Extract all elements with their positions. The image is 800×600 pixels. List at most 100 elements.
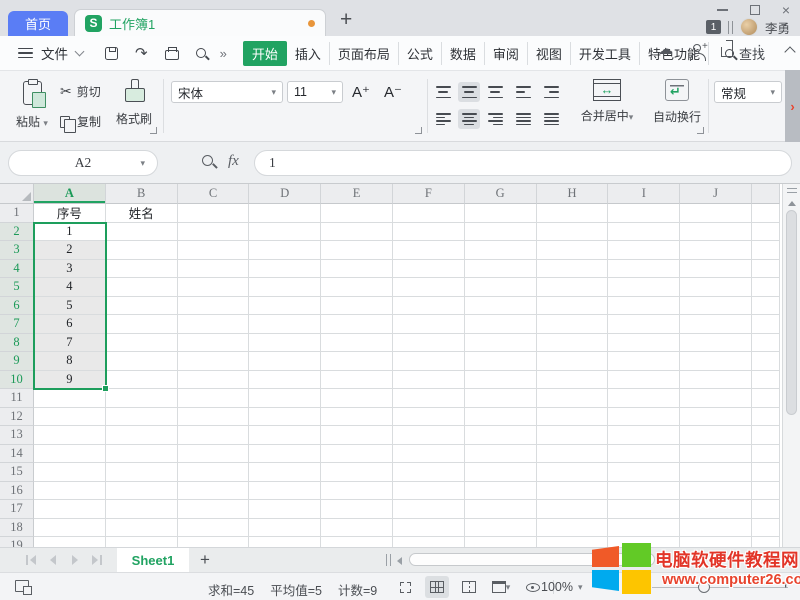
maximize-icon[interactable] — [750, 5, 760, 15]
cell-H7[interactable] — [537, 315, 609, 334]
row-header-11[interactable]: 11 — [0, 389, 34, 408]
align-middle-button[interactable] — [458, 82, 480, 102]
fit-selection-button[interactable] — [393, 576, 417, 598]
row-header-15[interactable]: 15 — [0, 463, 34, 482]
cell-E3[interactable] — [321, 241, 393, 260]
justify-button[interactable] — [512, 109, 534, 129]
cell-A10[interactable]: 9 — [34, 371, 106, 390]
row-header-6[interactable]: 6 — [0, 297, 34, 316]
cell-G6[interactable] — [465, 297, 537, 316]
cell-H2[interactable] — [537, 223, 609, 242]
cell-B3[interactable] — [106, 241, 178, 260]
select-all-corner[interactable] — [0, 184, 34, 204]
align-bottom-button[interactable] — [484, 82, 506, 102]
column-header-A[interactable]: A — [34, 184, 106, 204]
cell-A15[interactable] — [34, 463, 106, 482]
cell-B17[interactable] — [106, 500, 178, 519]
name-box[interactable]: A2 ▾ — [8, 150, 158, 176]
cell[interactable] — [752, 426, 780, 445]
cell-B13[interactable] — [106, 426, 178, 445]
cell[interactable] — [752, 482, 780, 501]
cell-F6[interactable] — [393, 297, 465, 316]
menu-tab-页面布局[interactable]: 页面布局 — [330, 42, 399, 65]
cell-G2[interactable] — [465, 223, 537, 242]
cell[interactable] — [752, 334, 780, 353]
cell[interactable] — [752, 389, 780, 408]
last-sheet-button[interactable] — [92, 555, 102, 565]
cell-J19[interactable] — [680, 537, 752, 547]
cell-J1[interactable] — [680, 204, 752, 223]
user-name[interactable]: 李勇 — [765, 18, 790, 37]
cell-H16[interactable] — [537, 482, 609, 501]
cell-E11[interactable] — [321, 389, 393, 408]
notification-badge[interactable]: 1 — [706, 20, 721, 34]
cell-A12[interactable] — [34, 408, 106, 427]
cell-D7[interactable] — [249, 315, 321, 334]
cell-C2[interactable] — [178, 223, 250, 242]
grow-font-button[interactable]: A⁺ — [352, 83, 370, 101]
cell-D3[interactable] — [249, 241, 321, 260]
cell-F18[interactable] — [393, 519, 465, 538]
cell-E10[interactable] — [321, 371, 393, 390]
cell-H3[interactable] — [537, 241, 609, 260]
cell-F17[interactable] — [393, 500, 465, 519]
cell-G3[interactable] — [465, 241, 537, 260]
cell-B11[interactable] — [106, 389, 178, 408]
cell-A9[interactable]: 8 — [34, 352, 106, 371]
cell-E18[interactable] — [321, 519, 393, 538]
cell-B12[interactable] — [106, 408, 178, 427]
cell-D12[interactable] — [249, 408, 321, 427]
cell-I15[interactable] — [608, 463, 680, 482]
cell-G13[interactable] — [465, 426, 537, 445]
cell-E5[interactable] — [321, 278, 393, 297]
cell[interactable] — [752, 204, 780, 223]
cell[interactable] — [752, 408, 780, 427]
menu-tab-视图[interactable]: 视图 — [528, 42, 571, 65]
formula-input[interactable]: 1 — [254, 150, 792, 176]
cell-B9[interactable] — [106, 352, 178, 371]
cell-I12[interactable] — [608, 408, 680, 427]
row-header-18[interactable]: 18 — [0, 519, 34, 538]
cell-I4[interactable] — [608, 260, 680, 279]
align-right-button[interactable] — [484, 109, 506, 129]
cell-D9[interactable] — [249, 352, 321, 371]
cell-C9[interactable] — [178, 352, 250, 371]
cell-G15[interactable] — [465, 463, 537, 482]
cell-C15[interactable] — [178, 463, 250, 482]
zoom-control[interactable]: 100% ▾ — [541, 580, 583, 594]
cell-F19[interactable] — [393, 537, 465, 547]
cell-D1[interactable] — [249, 204, 321, 223]
cell-I9[interactable] — [608, 352, 680, 371]
zoom-slider[interactable] — [652, 587, 788, 588]
cell-I16[interactable] — [608, 482, 680, 501]
horizontal-scroll-thumb[interactable] — [409, 553, 655, 566]
cell-A13[interactable] — [34, 426, 106, 445]
cell-J16[interactable] — [680, 482, 752, 501]
cell-F10[interactable] — [393, 371, 465, 390]
cell-B2[interactable] — [106, 223, 178, 242]
undo-icon[interactable]: ↷ — [135, 47, 148, 60]
zoom-in-button[interactable]: + — [781, 576, 790, 594]
cell-G5[interactable] — [465, 278, 537, 297]
cell-H19[interactable] — [537, 537, 609, 547]
cell-A11[interactable] — [34, 389, 106, 408]
cell-J2[interactable] — [680, 223, 752, 242]
cell[interactable] — [752, 315, 780, 334]
cell-B10[interactable] — [106, 371, 178, 390]
row-header-19[interactable]: 19 — [0, 537, 34, 547]
cell-D19[interactable] — [249, 537, 321, 547]
row-header-1[interactable]: 1 — [0, 204, 34, 223]
cell-I18[interactable] — [608, 519, 680, 538]
column-header-J[interactable]: J — [680, 184, 752, 204]
menu-tab-开发工具[interactable]: 开发工具 — [571, 42, 640, 65]
format-painter-button[interactable]: 格式刷 — [112, 79, 156, 127]
cell-I6[interactable] — [608, 297, 680, 316]
cell-C4[interactable] — [178, 260, 250, 279]
cell-I10[interactable] — [608, 371, 680, 390]
cell-J18[interactable] — [680, 519, 752, 538]
cell-I2[interactable] — [608, 223, 680, 242]
cell-D15[interactable] — [249, 463, 321, 482]
cell-H18[interactable] — [537, 519, 609, 538]
cell-F4[interactable] — [393, 260, 465, 279]
close-icon[interactable]: × — [782, 5, 790, 15]
